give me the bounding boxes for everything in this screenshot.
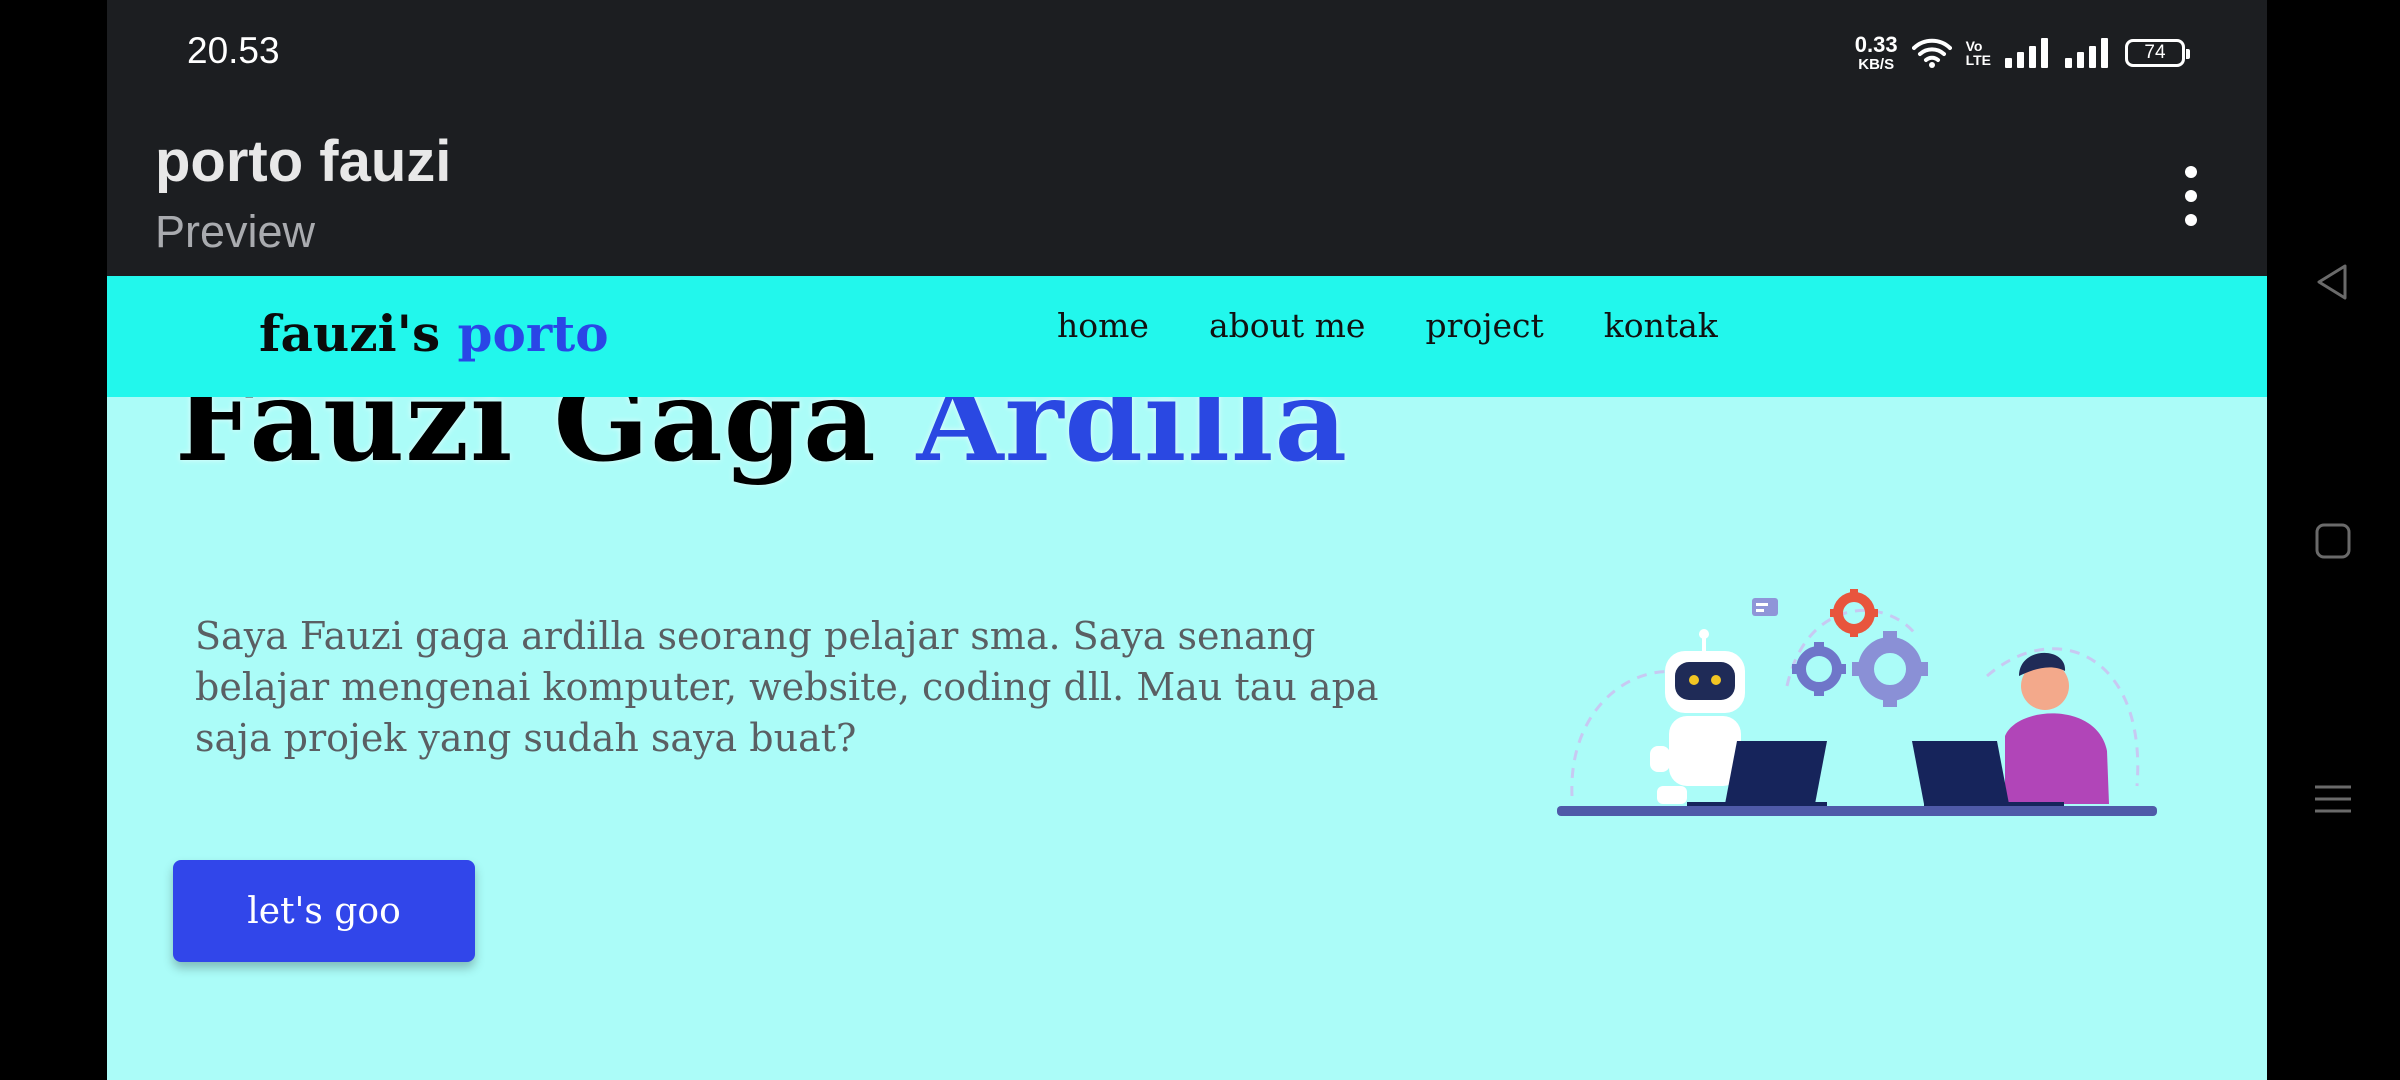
back-icon[interactable]: [2297, 246, 2369, 318]
more-vert-icon[interactable]: [2171, 166, 2211, 226]
gear-icon: [1830, 589, 1878, 637]
volte-top: Vo: [1965, 38, 1983, 54]
status-icons: 0.33 KB/S Vo LTE 74: [1854, 30, 2190, 76]
webview-preview[interactable]: fauzi's porto home about me project kont…: [107, 276, 2267, 1080]
volte-bottom: LTE: [1965, 52, 1991, 68]
robot-and-developer-illustration: [1557, 589, 2157, 816]
site-navbar: fauzi's porto home about me project kont…: [107, 276, 2267, 397]
battery-level: 74: [2144, 42, 2166, 63]
menu-dot: [2185, 214, 2197, 226]
developer-figure: [2005, 652, 2109, 804]
network-speed-value: 0.33: [1854, 32, 1898, 57]
signal-icon: [2065, 38, 2108, 68]
network-speed-unit: KB/S: [1858, 56, 1895, 73]
app-subtitle: Preview: [155, 206, 316, 257]
site-brand[interactable]: fauzi's porto: [259, 304, 609, 363]
site-nav-links: home about me project kontak: [1027, 306, 1748, 345]
battery-icon: 74: [2125, 39, 2190, 67]
system-nav-bar: [2267, 0, 2400, 1080]
status-bar: 20.53 0.33 KB/S Vo LTE 74: [107, 0, 2267, 106]
nav-link-project[interactable]: project: [1395, 306, 1573, 345]
network-speed: 0.33 KB/S: [1854, 32, 1898, 73]
phone-screen: 20.53 0.33 KB/S Vo LTE 74 porto fauzi Pr…: [107, 0, 2267, 1080]
signal-icon: [2005, 38, 2048, 68]
menu-dot: [2185, 190, 2197, 202]
home-icon[interactable]: [2297, 505, 2369, 577]
app-title: porto fauzi: [155, 129, 452, 194]
hero-description: Saya Fauzi gaga ardilla seorang pelajar …: [195, 614, 1379, 760]
brand-main: fauzi's: [259, 304, 441, 363]
lets-goo-button[interactable]: let's goo: [173, 860, 475, 962]
gear-icon: [1852, 631, 1928, 707]
volte-icon: Vo LTE: [1966, 39, 1991, 67]
nav-link-kontak[interactable]: kontak: [1574, 306, 1748, 345]
menu-dot: [2185, 166, 2197, 178]
app-bar: porto fauzi Preview: [107, 106, 2267, 276]
nav-link-about-me[interactable]: about me: [1179, 306, 1396, 345]
brand-accent: porto: [457, 304, 609, 363]
nav-link-home[interactable]: home: [1027, 306, 1179, 345]
status-time: 20.53: [187, 30, 280, 71]
recents-icon[interactable]: [2297, 763, 2369, 835]
wifi-icon: [1911, 38, 1952, 68]
